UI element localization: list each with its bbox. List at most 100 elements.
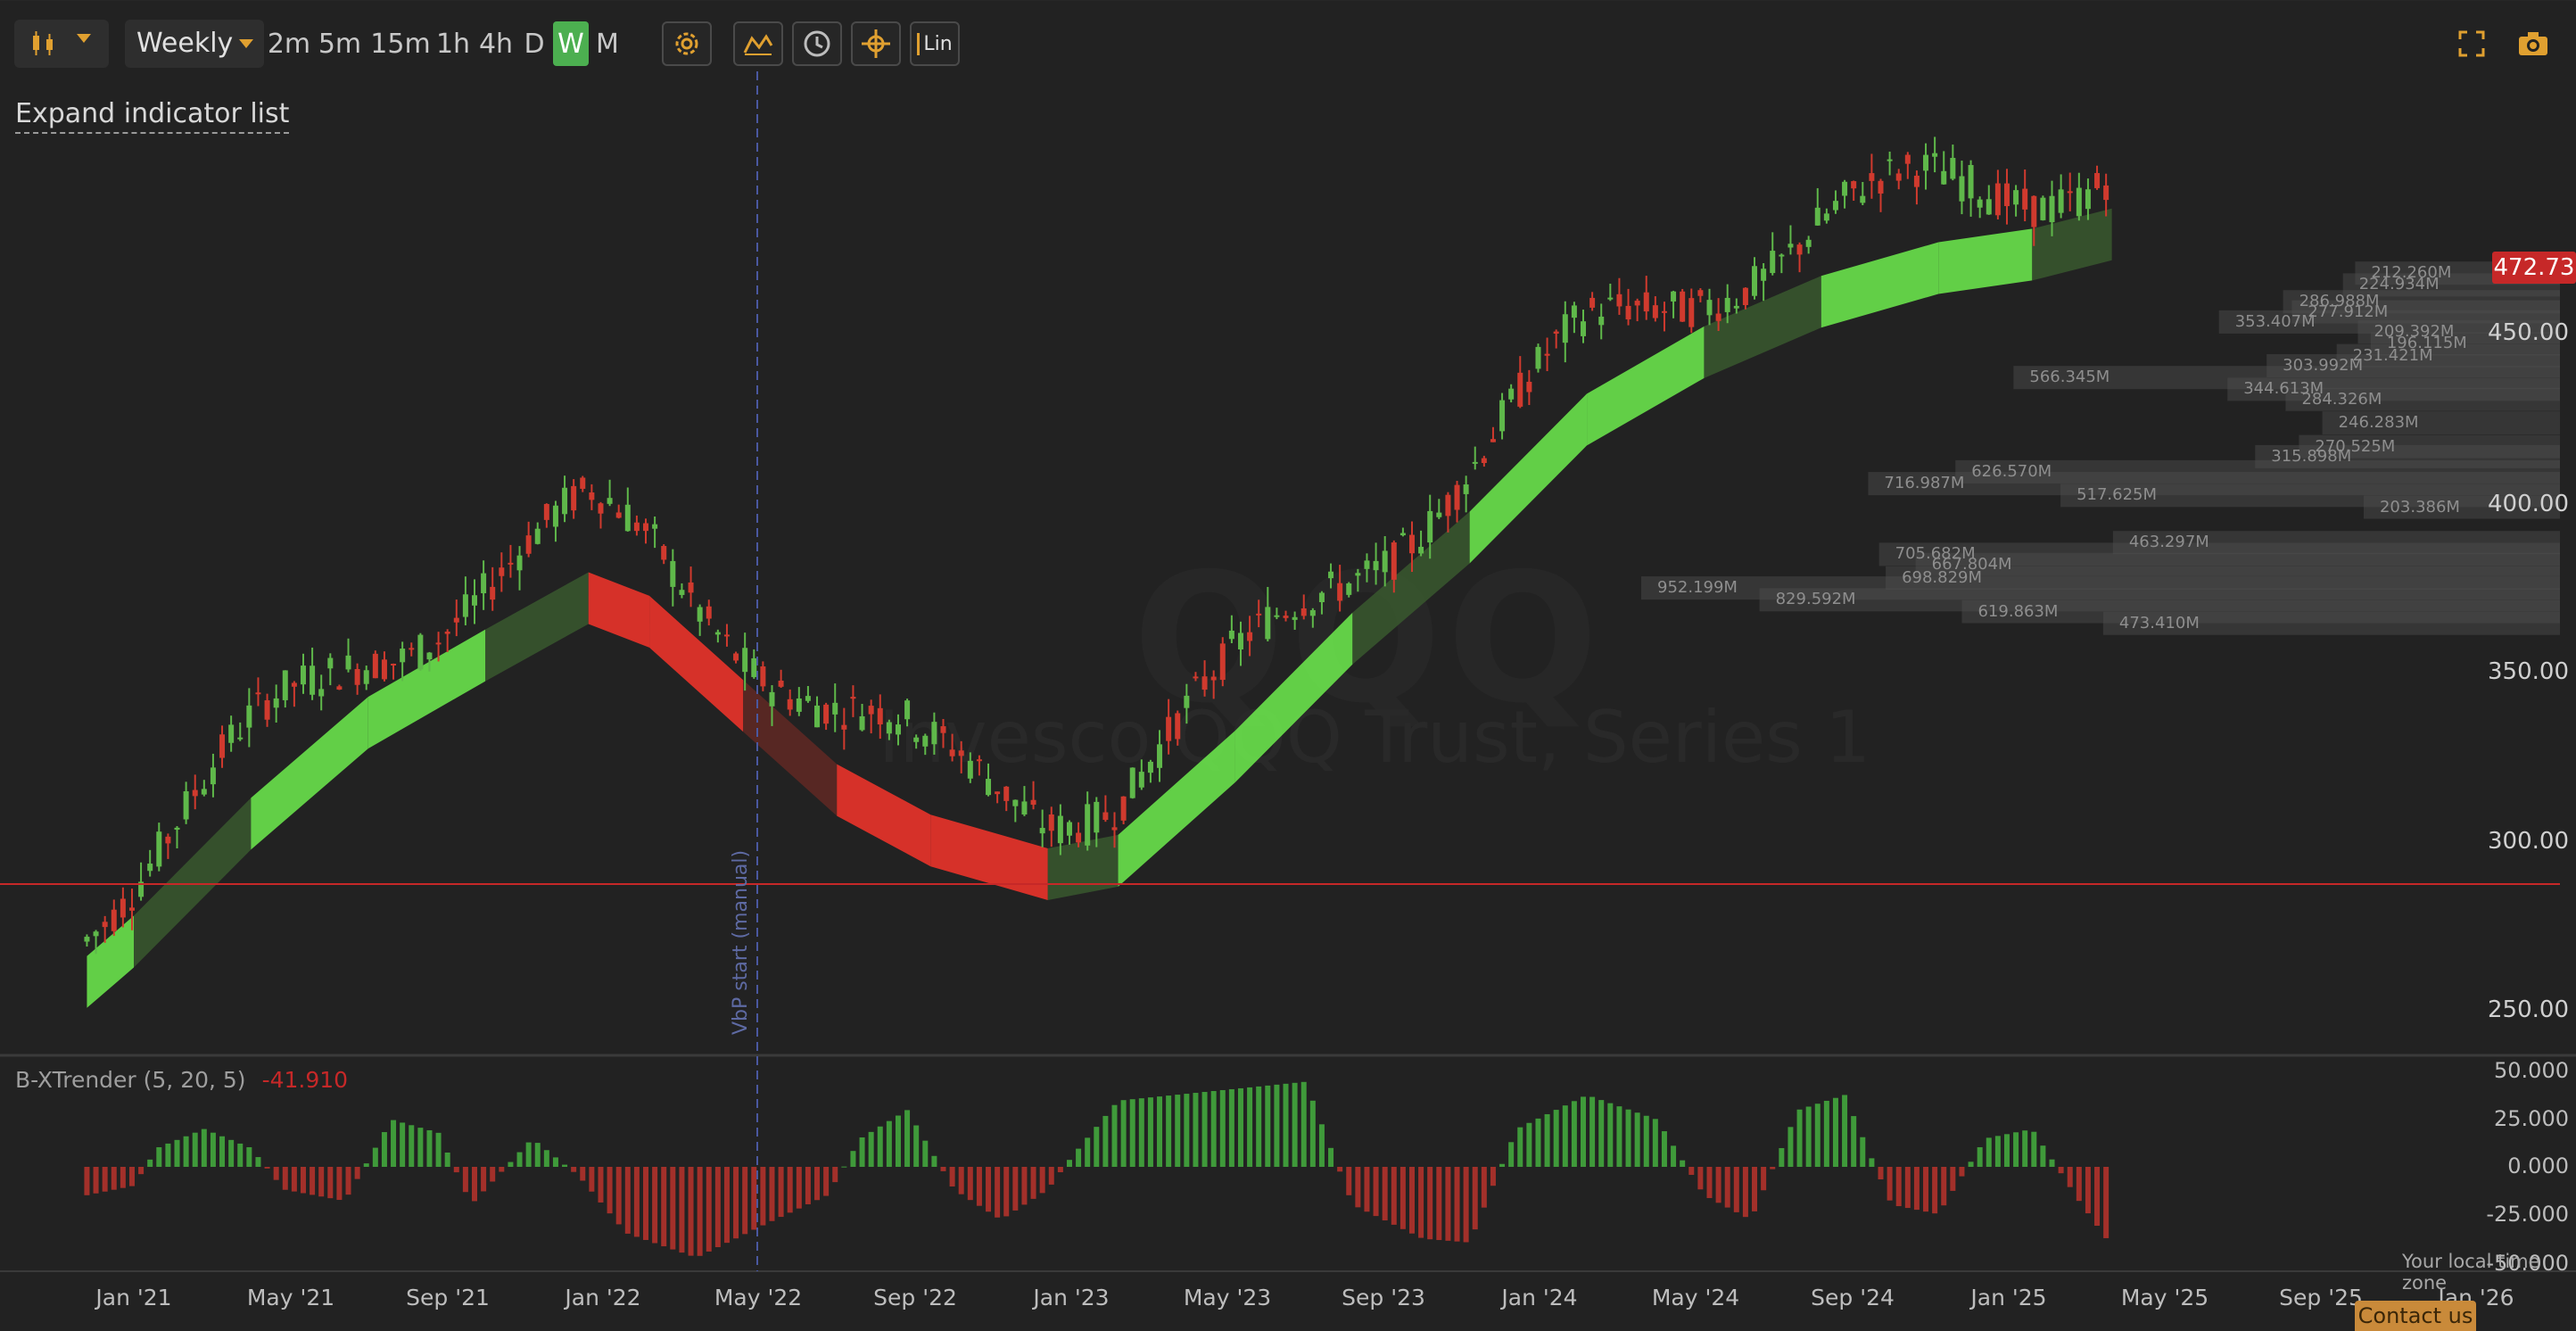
candle-body bbox=[1941, 170, 1947, 185]
oscillator-bar bbox=[2031, 1131, 2037, 1167]
candle-body bbox=[84, 937, 90, 942]
candle-body bbox=[1508, 388, 1515, 400]
candle-body bbox=[2058, 189, 2064, 213]
oscillator-bar bbox=[372, 1147, 378, 1167]
oscillator-bar bbox=[453, 1167, 459, 1173]
oscillator-bar bbox=[615, 1167, 622, 1225]
oscillator-bar bbox=[228, 1139, 235, 1167]
oscillator-bar bbox=[1598, 1100, 1605, 1167]
candle-body bbox=[1328, 571, 1334, 579]
oscillator-bar bbox=[877, 1126, 883, 1167]
trend-band-segment bbox=[1047, 834, 1119, 900]
oscillator-bar bbox=[841, 1166, 847, 1168]
oscillator-bar bbox=[1193, 1093, 1199, 1167]
candle-body bbox=[877, 707, 883, 725]
candle-body bbox=[1625, 305, 1631, 320]
oscillator-bar bbox=[1959, 1167, 1965, 1177]
candle-body bbox=[1671, 291, 1677, 302]
oscillator-bar bbox=[1832, 1097, 1838, 1167]
price-axis-label: 450.00 bbox=[2488, 319, 2569, 346]
date-axis-label: Jan '23 bbox=[1033, 1285, 1110, 1310]
volume-profile-label: 203.386M bbox=[2379, 497, 2460, 517]
candle-body bbox=[102, 922, 108, 928]
candle-body bbox=[1994, 183, 2001, 216]
candle-body bbox=[471, 595, 477, 606]
oscillator-bar bbox=[1039, 1167, 1045, 1194]
oscillator-bar bbox=[2103, 1167, 2110, 1238]
oscillator-bar bbox=[1761, 1167, 1767, 1191]
oscillator-bar bbox=[264, 1167, 270, 1169]
oscillator-bar bbox=[1373, 1167, 1379, 1217]
oscillator-bar bbox=[1571, 1101, 1577, 1167]
candle-body bbox=[435, 642, 442, 645]
candle-body bbox=[1237, 632, 1243, 649]
trend-band-segment bbox=[1469, 393, 1588, 564]
oscillator-bar bbox=[697, 1167, 703, 1256]
oscillator-bar bbox=[1779, 1147, 1785, 1167]
candle-body bbox=[552, 505, 558, 527]
candle-body bbox=[1292, 616, 1298, 620]
price-chart[interactable] bbox=[0, 0, 2576, 1331]
candle-body bbox=[598, 503, 604, 514]
oscillator-bar bbox=[868, 1131, 874, 1167]
candle-body bbox=[120, 898, 126, 918]
oscillator-bar bbox=[147, 1159, 153, 1167]
candle-body bbox=[462, 594, 468, 617]
oscillator-bar bbox=[516, 1152, 523, 1167]
osc-axis-label: 50.000 bbox=[2494, 1058, 2569, 1083]
oscillator-bar bbox=[589, 1167, 595, 1192]
contact-us-button[interactable]: Contact us bbox=[2355, 1301, 2476, 1331]
candle-body bbox=[922, 735, 929, 747]
candle-body bbox=[1869, 173, 1875, 181]
candle-body bbox=[381, 659, 387, 680]
oscillator-bar bbox=[1616, 1106, 1622, 1167]
candle-body bbox=[986, 779, 992, 796]
oscillator-bar bbox=[481, 1167, 487, 1192]
oscillator-bar bbox=[1219, 1089, 1226, 1167]
candle-body bbox=[174, 827, 180, 831]
oscillator-bar bbox=[1201, 1092, 1208, 1167]
candle-body bbox=[1427, 510, 1433, 543]
candle-body bbox=[1959, 176, 1965, 202]
oscillator-bar bbox=[1184, 1094, 1190, 1167]
oscillator-bar bbox=[1788, 1127, 1794, 1167]
trend-band-segment bbox=[251, 697, 368, 850]
candle-body bbox=[562, 487, 568, 515]
oscillator-bar bbox=[156, 1146, 162, 1167]
indicator-title[interactable]: B-XTrender (5, 20, 5) -41.910 bbox=[15, 1067, 348, 1093]
candle-body bbox=[778, 681, 784, 687]
oscillator-bar bbox=[327, 1167, 334, 1199]
candle-body bbox=[760, 666, 766, 687]
candle-body bbox=[1057, 815, 1063, 844]
candle-body bbox=[1895, 173, 1902, 181]
candle-body bbox=[1535, 346, 1541, 369]
date-axis-label: Sep '22 bbox=[873, 1285, 957, 1310]
oscillator-bar bbox=[633, 1167, 640, 1237]
candle-body bbox=[1129, 767, 1135, 798]
trend-band-segment bbox=[588, 572, 650, 648]
oscillator-bar bbox=[1851, 1116, 1857, 1167]
oscillator-bar bbox=[255, 1157, 261, 1167]
oscillator-bar bbox=[1120, 1100, 1127, 1167]
oscillator-bar bbox=[796, 1167, 802, 1209]
oscillator-bar bbox=[940, 1167, 946, 1171]
candle-body bbox=[417, 634, 424, 670]
trend-band-segment bbox=[1821, 242, 1939, 328]
candle-body bbox=[1364, 560, 1370, 569]
candle-body bbox=[1039, 828, 1045, 834]
oscillator-bar bbox=[1643, 1115, 1649, 1167]
candle-body bbox=[128, 907, 135, 911]
candle-body bbox=[111, 909, 117, 931]
oscillator-bar bbox=[1237, 1087, 1243, 1167]
oscillator-bar bbox=[1526, 1122, 1532, 1167]
candle-body bbox=[714, 632, 721, 635]
candle-body bbox=[1102, 812, 1109, 821]
candle-body bbox=[1048, 814, 1054, 831]
oscillator-bar bbox=[318, 1167, 325, 1197]
candle-body bbox=[291, 682, 297, 687]
oscillator-bar bbox=[417, 1128, 424, 1167]
candle-body bbox=[318, 689, 325, 697]
candle-body bbox=[1445, 494, 1451, 517]
volume-profile-label: 626.570M bbox=[1971, 461, 2052, 481]
oscillator-bar bbox=[462, 1167, 468, 1193]
